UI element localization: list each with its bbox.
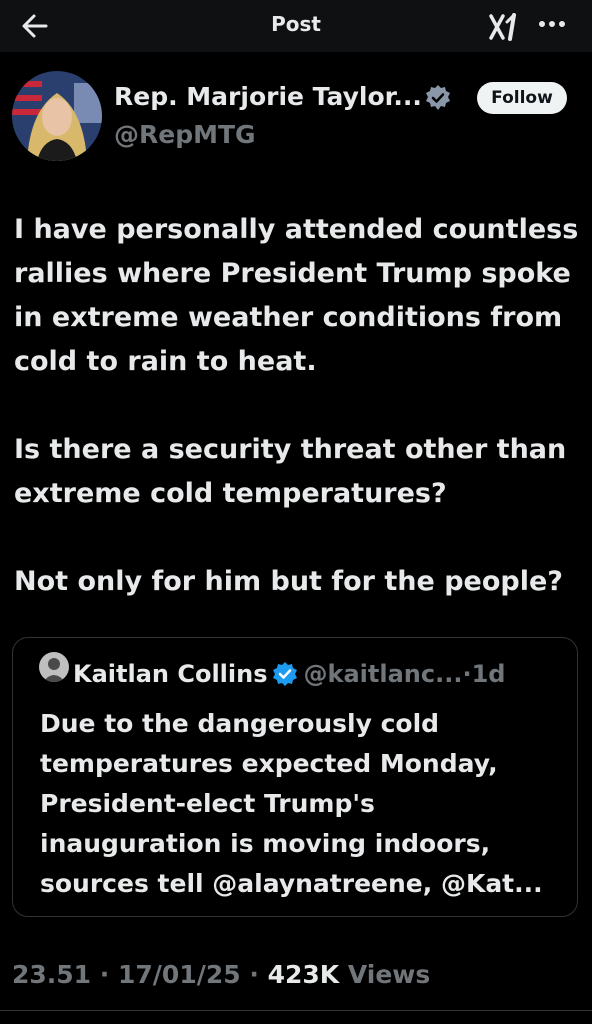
post-date: 17/01/25 (118, 960, 241, 989)
post-time: 23.51 (12, 960, 92, 989)
post-meta: 23.51 · 17/01/25 · 423K Views (12, 960, 430, 989)
views-count: 423K (267, 960, 340, 989)
views-label: Views (347, 960, 431, 989)
post-paragraph: Is there a security threat other than ex… (14, 434, 567, 509)
separator-dot: · (249, 960, 259, 989)
separator-dot: · (99, 960, 110, 989)
avatar[interactable] (12, 71, 102, 161)
follow-button[interactable]: Follow (477, 82, 567, 114)
post-paragraph: Not only for him but for the people? (14, 566, 563, 597)
author-handle[interactable]: @RepMTG (114, 120, 256, 149)
separator-dot: · (462, 660, 472, 688)
verified-badge-icon (272, 662, 297, 686)
quote-author-name[interactable]: Kaitlan Collins (73, 660, 268, 688)
verified-badge-icon (426, 85, 450, 110)
top-bar: Post (0, 0, 592, 52)
display-name[interactable]: Rep. Marjorie Taylor... (114, 82, 422, 111)
grok-icon[interactable] (488, 12, 522, 42)
quote-header: Kaitlan Collins @kaitlanc...·1d (73, 660, 505, 688)
quote-timestamp: 1d (471, 660, 506, 688)
quote-avatar (39, 652, 69, 682)
post-text: I have personally attended countless ral… (14, 208, 580, 604)
quote-author-handle[interactable]: @kaitlanc... (304, 660, 463, 688)
more-icon[interactable] (532, 10, 572, 38)
divider (0, 1010, 592, 1011)
post-paragraph: I have personally attended countless ral… (14, 214, 579, 377)
quoted-post-card[interactable]: Kaitlan Collins @kaitlanc...·1d Due to t… (12, 637, 578, 917)
quote-text: Due to the dangerously cold temperatures… (40, 709, 543, 898)
